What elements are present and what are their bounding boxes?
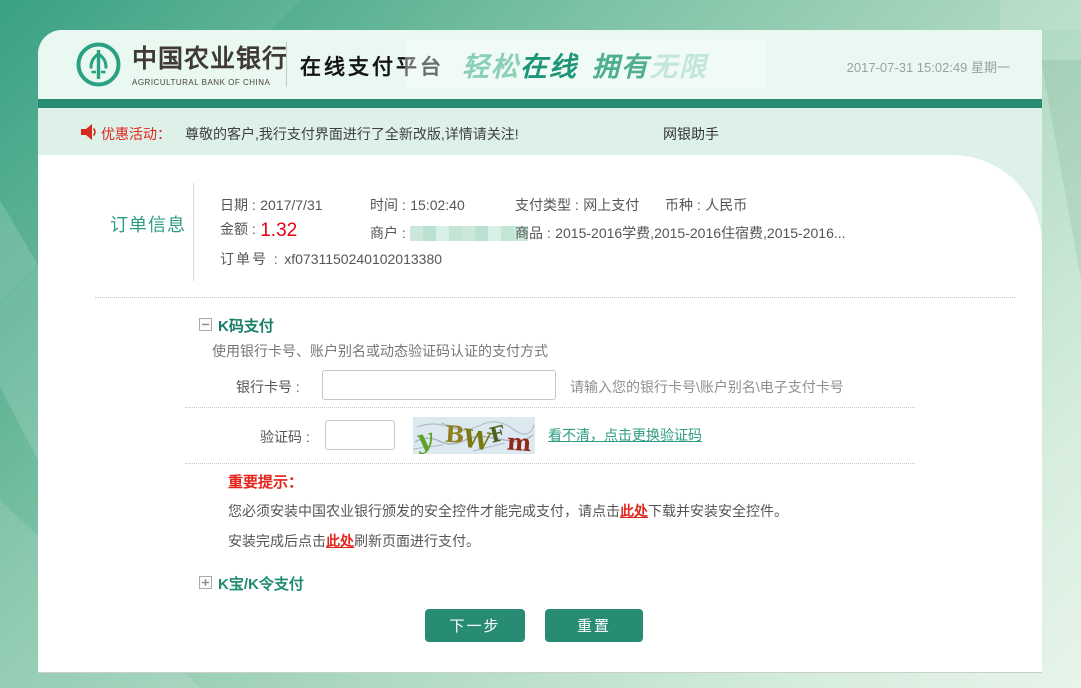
slogan-part: 轻松 — [462, 52, 520, 82]
bank-names: 中国农业银行 AGRICULTURAL BANK OF CHINA — [132, 39, 292, 87]
card-number-hint: 请输入您的银行卡号\账户别名\电子支付卡号 — [570, 377, 844, 397]
order-time-value: 15:02:40 — [410, 197, 465, 213]
page-background: 中国农业银行 AGRICULTURAL BANK OF CHINA 在线支付平台… — [0, 0, 1081, 688]
order-divider — [193, 183, 194, 281]
main-content: 订单信息 日期 : 2017/7/31 时间 : 15:02:40 支付类型 :… — [38, 155, 1042, 673]
collapse-minus-icon[interactable] — [199, 318, 212, 331]
promo-message: 尊敬的客户,我行支付界面进行了全新改版,详情请关注! — [185, 124, 519, 144]
order-date-label: 日期 : — [220, 197, 256, 213]
header-band: 中国农业银行 AGRICULTURAL BANK OF CHINA 在线支付平台… — [38, 30, 1042, 99]
order-section-title: 订单信息 — [110, 211, 186, 237]
promo-label: 优惠活动： — [101, 124, 171, 144]
order-product-value: 2015-2016学费,2015-2016住宿费,2015-2016... — [555, 225, 845, 241]
card-number-label: 银行卡号 : — [236, 377, 300, 397]
refresh-page-link[interactable]: 此处 — [326, 533, 354, 549]
bank-name-en: AGRICULTURAL BANK OF CHINA — [132, 78, 292, 87]
important-line2: 安装完成后点击此处刷新页面进行支付。 — [228, 531, 480, 551]
notice-band: 优惠活动： 尊敬的客户,我行支付界面进行了全新改版,详情请关注! 网银助手 — [38, 108, 1042, 155]
header-divider — [286, 42, 287, 87]
captcha-refresh-link[interactable]: 看不清，点击更换验证码 — [548, 425, 702, 445]
order-amount-value: 1.32 — [260, 220, 297, 241]
order-pay-type-value: 网上支付 — [583, 197, 639, 213]
order-merchant-value-redacted — [410, 226, 528, 241]
important-line2-text: 安装完成后点击 — [228, 533, 326, 549]
kcode-subtitle: 使用银行卡号、账户别名或动态验证码认证的支付方式 — [212, 341, 548, 361]
captcha-char: m — [506, 429, 532, 454]
order-date-value: 2017/7/31 — [260, 197, 322, 213]
order-date: 日期 : 2017/7/31 — [220, 195, 323, 215]
next-step-button[interactable]: 下一步 — [425, 609, 525, 642]
ebank-helper-link[interactable]: 网银助手 — [663, 124, 719, 144]
bg-facet — [0, 200, 38, 460]
bg-facet — [1041, 60, 1081, 280]
card-number-input[interactable] — [322, 370, 556, 400]
order-currency-label: 币种 : — [665, 197, 701, 213]
separator — [185, 407, 915, 408]
important-line1-text: 您必须安装中国农业银行颁发的安全控件才能完成支付，请点击 — [228, 503, 620, 519]
captcha-label: 验证码 : — [260, 427, 310, 447]
slogan-backdrop: 轻松在线拥有无限 — [405, 40, 765, 89]
order-merchant: 商户 : — [370, 223, 528, 243]
bank-name-cn: 中国农业银行 — [132, 39, 292, 75]
important-line2-text: 刷新页面进行支付。 — [354, 533, 480, 549]
slogan-part: 无限 — [650, 52, 708, 82]
kcode-section-title[interactable]: K码支付 — [218, 315, 274, 336]
order-number-label: 订单号 : — [220, 251, 280, 267]
order-amount: 金额 : 1.32 — [220, 219, 297, 242]
order-currency: 币种 : 人民币 — [665, 195, 747, 215]
separator — [95, 297, 1015, 298]
slogan: 轻松在线拥有无限 — [462, 45, 708, 84]
captcha-input[interactable] — [325, 420, 395, 450]
order-pay-type-label: 支付类型 : — [515, 197, 579, 213]
download-control-link[interactable]: 此处 — [620, 503, 648, 519]
order-time-label: 时间 : — [370, 197, 406, 213]
order-time: 时间 : 15:02:40 — [370, 195, 465, 215]
important-line1: 您必须安装中国农业银行颁发的安全控件才能完成支付，请点击此处下载并安装安全控件。 — [228, 501, 788, 521]
bg-facet — [1000, 0, 1081, 30]
slogan-part: 在线 — [520, 52, 578, 82]
header-accent-bar — [38, 99, 1042, 108]
kbao-expand-toggle[interactable] — [199, 576, 212, 594]
order-merchant-label: 商户 : — [370, 225, 406, 241]
order-number-value: xf0731150240102013380 — [284, 251, 442, 267]
abc-bank-logo-icon — [75, 41, 122, 88]
order-product: 商品 : 2015-2016学费,2015-2016住宿费,2015-2016.… — [515, 223, 846, 243]
important-title: 重要提示： — [228, 471, 303, 492]
kcode-collapse-toggle[interactable] — [199, 318, 212, 336]
slogan-part: 拥有 — [592, 52, 650, 82]
kbao-section-title[interactable]: K宝/K令支付 — [218, 573, 304, 594]
megaphone-icon — [80, 123, 98, 146]
captcha-image[interactable]: y B W F m — [413, 417, 535, 459]
payment-card: 中国农业银行 AGRICULTURAL BANK OF CHINA 在线支付平台… — [38, 30, 1042, 673]
order-pay-type: 支付类型 : 网上支付 — [515, 195, 639, 215]
order-number: 订单号 : xf0731150240102013380 — [220, 249, 442, 269]
important-line1-text: 下载并安装安全控件。 — [648, 503, 788, 519]
order-currency-value: 人民币 — [705, 197, 747, 213]
order-amount-label: 金额 : — [220, 221, 256, 237]
separator — [185, 463, 915, 464]
reset-button[interactable]: 重置 — [545, 609, 643, 642]
order-product-label: 商品 : — [515, 225, 551, 241]
header-datetime: 2017-07-31 15:02:49 星期一 — [847, 57, 1010, 76]
expand-plus-icon[interactable] — [199, 576, 212, 589]
